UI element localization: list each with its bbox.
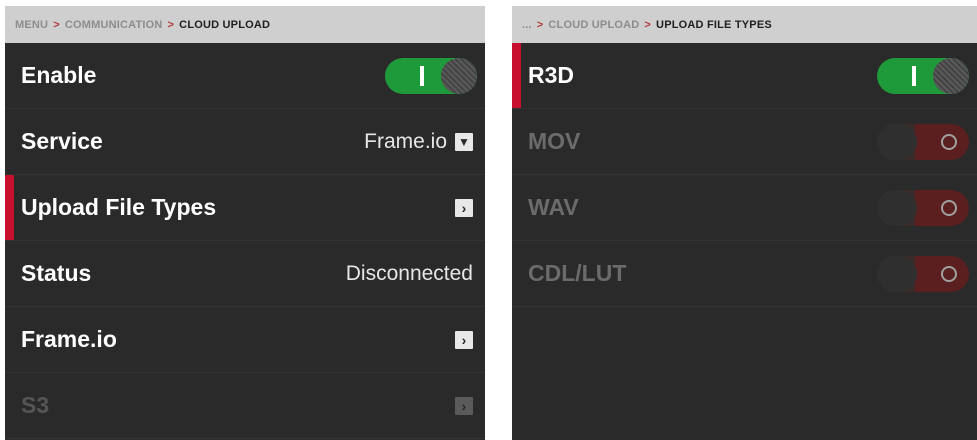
wav-label: WAV [528, 194, 579, 220]
cdl-lut-toggle[interactable] [877, 255, 969, 292]
cdl-lut-row[interactable]: CDL/LUT [512, 241, 977, 307]
breadcrumb-separator: > [53, 18, 60, 31]
toggle-knob [877, 255, 917, 292]
service-label: Service [21, 128, 103, 154]
service-row[interactable]: Service Frame.io ▼ [5, 109, 485, 175]
selection-marker [5, 175, 14, 240]
upload-file-types-row[interactable]: Upload File Types › [5, 175, 485, 241]
status-row: Status Disconnected [5, 241, 485, 307]
chevron-right-icon: › [455, 396, 473, 415]
breadcrumb-separator: > [167, 18, 175, 31]
toggle-knob [933, 57, 969, 94]
toggle-on-indicator [912, 65, 916, 86]
enable-toggle[interactable] [385, 57, 477, 94]
breadcrumb-cloud-upload[interactable]: CLOUD UPLOAD [548, 19, 639, 31]
upload-file-types-panel: ... > CLOUD UPLOAD > UPLOAD FILE TYPES R… [512, 6, 977, 440]
breadcrumb-ellipsis[interactable]: ... [522, 19, 532, 31]
mov-label: MOV [528, 128, 581, 154]
breadcrumb-communication[interactable]: COMMUNICATION [65, 19, 163, 31]
cloud-upload-panel: MENU > COMMUNICATION > CLOUD UPLOAD Enab… [5, 6, 485, 440]
breadcrumb-separator: > [644, 18, 652, 31]
breadcrumb-menu[interactable]: MENU [15, 19, 48, 31]
toggle-knob [877, 189, 917, 226]
r3d-toggle[interactable] [877, 57, 969, 94]
r3d-row[interactable]: R3D [512, 43, 977, 109]
toggle-off-indicator [941, 199, 957, 216]
dropdown-arrow-icon[interactable]: ▼ [455, 132, 473, 151]
enable-row[interactable]: Enable [5, 43, 485, 109]
wav-toggle[interactable] [877, 189, 969, 226]
s3-row: S3 › [5, 373, 485, 439]
frameio-row[interactable]: Frame.io › [5, 307, 485, 373]
toggle-off-indicator [941, 133, 957, 150]
frameio-label: Frame.io [21, 326, 117, 352]
toggle-knob [877, 123, 917, 160]
r3d-label: R3D [528, 62, 575, 88]
breadcrumb-separator: > [536, 18, 544, 31]
service-dropdown[interactable]: Frame.io ▼ [364, 130, 473, 154]
chevron-right-icon[interactable]: › [455, 330, 473, 349]
breadcrumb: ... > CLOUD UPLOAD > UPLOAD FILE TYPES [512, 6, 977, 43]
breadcrumb: MENU > COMMUNICATION > CLOUD UPLOAD [5, 6, 485, 43]
enable-label: Enable [21, 62, 97, 88]
s3-label: S3 [21, 392, 50, 418]
toggle-on-indicator [420, 65, 424, 86]
service-value: Frame.io [364, 129, 447, 153]
wav-row[interactable]: WAV [512, 175, 977, 241]
selection-marker [512, 43, 521, 108]
upload-file-types-label: Upload File Types [21, 194, 217, 220]
breadcrumb-current: UPLOAD FILE TYPES [656, 18, 772, 31]
status-label: Status [21, 260, 92, 286]
status-value: Disconnected [345, 261, 473, 285]
chevron-right-icon[interactable]: › [455, 198, 473, 217]
mov-row[interactable]: MOV [512, 109, 977, 175]
toggle-off-indicator [941, 265, 957, 282]
toggle-knob [441, 57, 477, 94]
breadcrumb-current: CLOUD UPLOAD [179, 18, 271, 31]
mov-toggle[interactable] [877, 123, 969, 160]
cdl-lut-label: CDL/LUT [528, 260, 627, 286]
